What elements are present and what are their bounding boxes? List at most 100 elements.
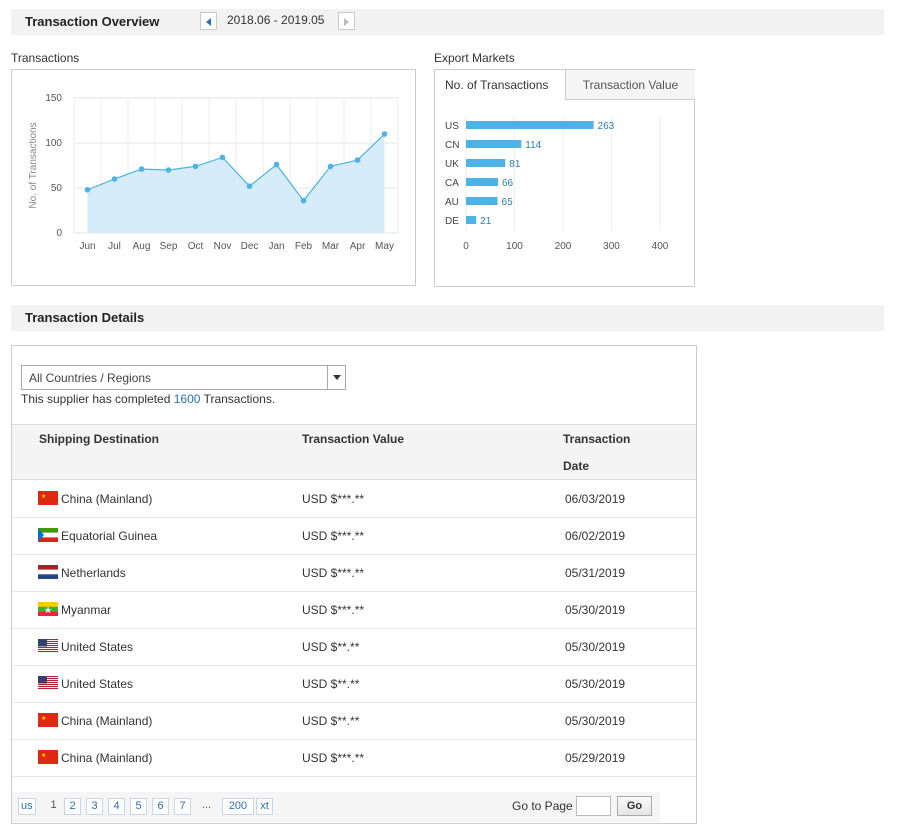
go-button[interactable]: Go [617, 796, 652, 816]
data-point [273, 161, 280, 168]
svg-text:★: ★ [41, 752, 46, 759]
tab-no-of-transactions[interactable]: No. of Transactions [435, 70, 565, 100]
x-tick-label: Sep [160, 241, 178, 252]
page-last[interactable]: 200 [222, 798, 254, 815]
shipping-destination: United States [61, 677, 134, 691]
bar-value-label: 114 [525, 140, 541, 151]
transaction-date: 05/31/2019 [565, 566, 626, 580]
shipping-destination: Equatorial Guinea [61, 529, 158, 543]
bar-category-label: US [445, 121, 459, 132]
transaction-value: USD $***.** [302, 492, 365, 506]
pagination: us 1 2 3 4 5 6 7 ... 200 xt Go to Page G… [12, 792, 660, 822]
bar-value-label: 65 [502, 197, 514, 208]
flag-icon [38, 676, 58, 690]
transaction-date: 05/30/2019 [565, 640, 626, 654]
col-shipping-destination: Shipping Destination [39, 432, 159, 446]
page-link[interactable]: 3 [86, 798, 103, 815]
transaction-value: USD $**.** [302, 714, 360, 728]
goto-page-input[interactable] [576, 796, 611, 816]
bar-value-label: 263 [598, 121, 615, 132]
export-markets-chart: 0 100 200 300 400 US 263 CN 114 UK 81 CA 66 AU 65 DE 21 [445, 117, 669, 252]
x-tick-label: Apr [350, 241, 366, 252]
bar-category-label: CA [445, 178, 459, 189]
details-box: All Countries / Regions This supplier ha… [11, 345, 697, 824]
x-tick-label: 100 [506, 241, 523, 252]
transactions-chart: 0 50 100 150 Jun Jul Aug Sep Oct Nov Dec Jan Feb Mar A… [28, 93, 399, 252]
page-link[interactable]: 7 [174, 798, 191, 815]
shipping-destination: Netherlands [61, 566, 126, 580]
flag-icon [38, 639, 58, 653]
bar-category-label: UK [445, 159, 459, 170]
data-point [381, 131, 388, 137]
transaction-date: 05/29/2019 [565, 751, 626, 765]
flag-icon [38, 528, 58, 542]
y-tick-label: 100 [45, 138, 62, 149]
table-row: United States USD $**.** 05/30/2019 [12, 629, 696, 666]
table-header: Shipping Destination Transaction Value T… [12, 424, 696, 480]
date-range: 2018.06 - 2019.05 [227, 13, 325, 27]
transaction-summary: This supplier has completed 1600 Transac… [21, 392, 275, 406]
table-row: ★ China (Mainland) USD $***.** 05/29/2019 [12, 740, 696, 777]
tab-transaction-value[interactable]: Transaction Value [565, 70, 695, 100]
details-title: Transaction Details [25, 310, 145, 325]
bar-value-label: 66 [502, 178, 514, 189]
x-tick-label: Jul [108, 241, 121, 252]
x-tick-label: May [375, 241, 394, 252]
table-row: ★ China (Mainland) USD $***.** 06/03/2019 [12, 481, 696, 518]
transaction-value: USD $***.** [302, 529, 365, 543]
transaction-value: USD $**.** [302, 677, 360, 691]
shipping-destination: Myanmar [61, 603, 112, 617]
prev-page-button[interactable]: us [18, 798, 36, 815]
summary-suffix: Transactions. [200, 392, 276, 406]
bar [466, 140, 522, 148]
y-tick-label: 150 [45, 93, 62, 104]
bar [466, 197, 498, 205]
transaction-date: 06/03/2019 [565, 492, 626, 506]
page-link[interactable]: 2 [64, 798, 81, 815]
shipping-destination: United States [61, 640, 134, 654]
transaction-date: 05/30/2019 [565, 677, 626, 691]
x-tick-label: Jun [79, 241, 95, 252]
svg-text:★: ★ [44, 605, 52, 615]
x-tick-label: 200 [555, 241, 572, 252]
country-select[interactable]: All Countries / Regions [21, 365, 346, 390]
bar-category-label: DE [445, 216, 459, 227]
shipping-destination: China (Mainland) [61, 714, 153, 728]
caret-left-icon [206, 18, 211, 26]
next-page-button[interactable]: xt [256, 798, 273, 815]
x-tick-label: Nov [214, 241, 232, 252]
transaction-value: USD $***.** [302, 566, 365, 580]
x-tick-label: 400 [652, 241, 669, 252]
page-link[interactable]: 6 [152, 798, 169, 815]
bar [466, 178, 499, 186]
x-tick-label: Aug [133, 241, 151, 252]
x-tick-label: Dec [241, 241, 259, 252]
transaction-date: 05/30/2019 [565, 603, 626, 617]
page-link[interactable]: 5 [130, 798, 147, 815]
caret-right-icon [344, 18, 349, 26]
next-range-button[interactable] [338, 12, 355, 30]
svg-text:★: ★ [41, 715, 46, 722]
data-point [246, 183, 253, 189]
transactions-label: Transactions [11, 51, 80, 65]
flag-icon: ★ [38, 602, 58, 616]
transactions-chart-box: 0 50 100 150 Jun Jul Aug Sep Oct Nov Dec Jan Feb Mar A… [11, 69, 416, 286]
x-tick-label: Feb [295, 241, 313, 252]
page-ellipsis: ... [201, 799, 212, 811]
dropdown-button[interactable] [327, 366, 345, 389]
x-tick-label: 0 [463, 241, 469, 252]
data-point [111, 176, 118, 182]
page-link[interactable]: 4 [108, 798, 125, 815]
data-point [138, 166, 145, 172]
data-point [354, 157, 361, 163]
prev-range-button[interactable] [200, 12, 217, 30]
flag-icon: ★ [38, 491, 58, 505]
data-point [84, 187, 91, 193]
data-point [192, 163, 199, 170]
data-point [165, 167, 172, 173]
y-axis-label: No. of Transactions [28, 122, 39, 208]
export-markets-box: No. of Transactions Transaction Value 0 1… [434, 69, 695, 287]
summary-prefix: This supplier has completed [21, 392, 174, 406]
bar [466, 121, 594, 129]
col-transaction-value: Transaction Value [302, 432, 405, 446]
